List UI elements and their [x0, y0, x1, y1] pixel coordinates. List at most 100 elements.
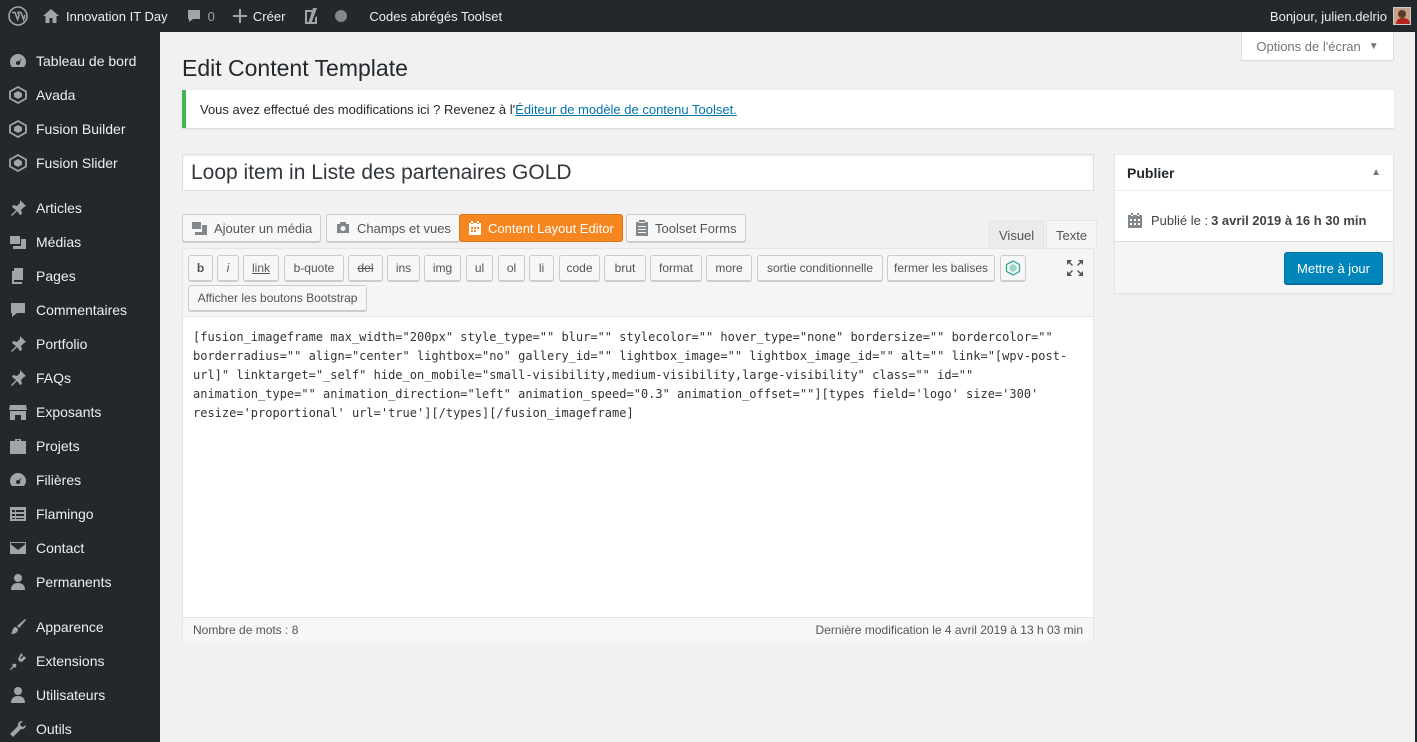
quicktag-li-button[interactable]: li — [529, 255, 554, 281]
add-media-button[interactable]: Ajouter un média — [182, 214, 322, 242]
my-account-link[interactable]: Bonjour, julien.delrio — [1270, 0, 1411, 32]
page-title: Edit Content Template — [182, 55, 408, 81]
sidebar-item-label: Filières — [36, 472, 82, 488]
sidebar-item-label: Tableau de bord — [36, 53, 137, 69]
calendar-icon — [1128, 213, 1142, 228]
sidebar-item-dashboard[interactable]: Tableau de bord — [0, 44, 160, 78]
avada-icon — [8, 85, 28, 105]
sidebar-item-label: Projets — [36, 438, 80, 454]
collapse-triangle-icon[interactable]: ▲ — [1371, 167, 1381, 178]
sidebar-item-comments[interactable]: Commentaires — [0, 293, 160, 327]
editor-textarea[interactable]: [fusion_imageframe max_width="200px" sty… — [183, 318, 1093, 616]
sidebar-item-label: Commentaires — [36, 302, 128, 318]
quicktag-code-button[interactable]: code — [559, 255, 600, 281]
quicktag-more-button[interactable]: more — [706, 255, 752, 281]
quicktag-bold-button[interactable]: b — [188, 255, 213, 281]
sidebar-item-label: Outils — [36, 721, 72, 737]
fullscreen-icon[interactable] — [1066, 259, 1084, 277]
sidebar-item-label: Flamingo — [36, 506, 94, 522]
site-name-link[interactable]: Innovation IT Day — [35, 0, 175, 32]
publish-box: Publier ▲ Publié le : 3 avril 2019 à 16 … — [1114, 154, 1394, 294]
site-name: Innovation IT Day — [66, 8, 168, 24]
content-layout-editor-label: Content Layout Editor — [488, 220, 614, 236]
sidebar-item-label: Fusion Slider — [36, 155, 118, 171]
yoast-seo-icon[interactable] — [296, 0, 328, 32]
toolset-forms-button[interactable]: Toolset Forms — [626, 214, 746, 242]
quicktag-link-button[interactable]: link — [243, 255, 279, 281]
tab-text[interactable]: Texte — [1046, 220, 1098, 249]
sidebar-item-label: FAQs — [36, 370, 72, 386]
text-editor: b i link b-quote del ins img ul ol li co… — [182, 248, 1094, 641]
quicktag-raw-button[interactable]: brut — [604, 255, 646, 281]
screen-options-button[interactable]: Options de l'écran ▼ — [1241, 32, 1394, 61]
toolset-access-icon[interactable] — [1000, 255, 1026, 281]
new-content-link[interactable]: Créer — [226, 0, 293, 32]
quicktag-img-button[interactable]: img — [424, 255, 461, 281]
sidebar-item-filieres[interactable]: Filières — [0, 463, 160, 497]
toolset-editor-link[interactable]: Éditeur de modèle de contenu Toolset. — [515, 102, 737, 117]
quicktag-ul-button[interactable]: ul — [466, 255, 493, 281]
pin-icon — [8, 368, 28, 388]
quicktag-ol-button[interactable]: ol — [498, 255, 525, 281]
pin-icon — [8, 334, 28, 354]
publish-box-header[interactable]: Publier ▲ — [1115, 155, 1393, 191]
sidebar-item-pages[interactable]: Pages — [0, 259, 160, 293]
sidebar-item-contact[interactable]: Contact — [0, 531, 160, 565]
sidebar-item-articles[interactable]: Articles — [0, 191, 160, 225]
notice-message: Vous avez effectué des modifications ici… — [182, 90, 1394, 128]
user-greeting: Bonjour, julien.delrio — [1269, 8, 1387, 24]
quicktag-italic-button[interactable]: i — [217, 255, 239, 281]
quicktag-del-button[interactable]: del — [348, 255, 383, 281]
sidebar-item-permanents[interactable]: Permanents — [0, 565, 160, 599]
fields-and-views-button[interactable]: Champs et vues — [326, 214, 460, 242]
fusion-builder-icon — [8, 119, 28, 139]
quicktag-ins-button[interactable]: ins — [387, 255, 420, 281]
sidebar-item-medias[interactable]: Médias — [0, 225, 160, 259]
post-title-input[interactable]: Loop item in Liste des partenaires GOLD — [182, 154, 1094, 191]
sidebar-item-faqs[interactable]: FAQs — [0, 361, 160, 395]
dashboard-icon — [8, 51, 28, 71]
quicktag-close-tags-button[interactable]: fermer les balises — [887, 255, 995, 281]
user-icon — [8, 572, 28, 592]
portfolio-icon — [8, 436, 28, 456]
sidebar-item-label: Portfolio — [36, 336, 88, 352]
pages-icon — [8, 266, 28, 286]
user-icon — [8, 685, 28, 705]
wrench-icon — [8, 719, 28, 739]
tab-visual[interactable]: Visuel — [989, 220, 1045, 249]
sidebar-item-extensions[interactable]: Extensions — [0, 644, 160, 678]
show-bootstrap-buttons[interactable]: Afficher les boutons Bootstrap — [188, 285, 367, 311]
seo-status-dot-icon[interactable] — [328, 0, 354, 32]
sidebar-item-label: Extensions — [36, 653, 105, 669]
sidebar-item-projets[interactable]: Projets — [0, 429, 160, 463]
comment-bubble-icon — [186, 8, 202, 24]
sidebar-item-label: Avada — [36, 87, 76, 103]
brush-icon — [8, 617, 28, 637]
sidebar-item-flamingo[interactable]: Flamingo — [0, 497, 160, 531]
comments-link[interactable]: 0 — [179, 0, 222, 32]
update-button[interactable]: Mettre à jour — [1284, 252, 1383, 284]
quicktag-bquote-button[interactable]: b-quote — [284, 255, 344, 281]
triangle-down-icon: ▼ — [1368, 40, 1379, 52]
comments-count: 0 — [207, 8, 215, 24]
sidebar-item-utilisateurs[interactable]: Utilisateurs — [0, 678, 160, 712]
fields-and-views-label: Champs et vues — [357, 220, 451, 236]
quicktag-conditional-output-button[interactable]: sortie conditionnelle — [757, 255, 883, 281]
sidebar-item-portfolio[interactable]: Portfolio — [0, 327, 160, 361]
toolset-forms-label: Toolset Forms — [655, 220, 737, 236]
publish-date-label: Publié le : — [1151, 213, 1209, 228]
publish-actions: Mettre à jour — [1115, 241, 1393, 293]
sidebar-item-exposants[interactable]: Exposants — [0, 395, 160, 429]
sidebar-item-outils[interactable]: Outils — [0, 712, 160, 742]
sidebar-item-fusion-slider[interactable]: Fusion Slider — [0, 146, 160, 180]
sidebar-item-label: Apparence — [36, 619, 104, 635]
sidebar-item-apparence[interactable]: Apparence — [0, 610, 160, 644]
mail-icon — [8, 538, 28, 558]
sidebar-item-fusion-builder[interactable]: Fusion Builder — [0, 112, 160, 146]
sidebar-item-avada[interactable]: Avada — [0, 78, 160, 112]
content-layout-editor-button[interactable]: Content Layout Editor — [459, 214, 623, 242]
quicktag-format-button[interactable]: format — [650, 255, 702, 281]
wordpress-logo-icon[interactable] — [0, 0, 35, 32]
toolset-shortcodes-link[interactable]: Codes abrégés Toolset — [362, 0, 509, 32]
screen-options-label: Options de l'écran — [1256, 38, 1361, 54]
